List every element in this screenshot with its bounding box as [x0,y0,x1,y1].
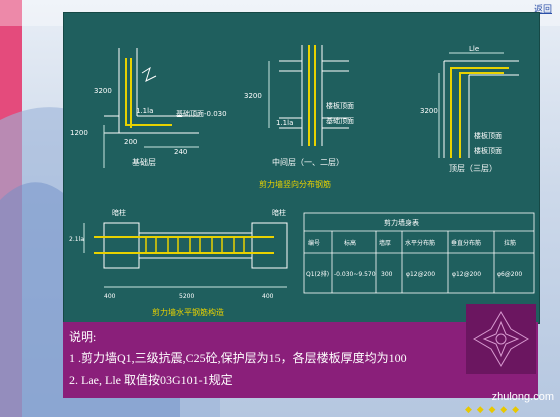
middle-label-lap: 1.1la [276,119,293,127]
top-label-slab-1: 楼板顶面 [474,131,502,140]
table-header-tie: 拉筋 [504,239,516,247]
slide: 返回 基础顶面-0.030 1.1la 3200 1200 200 240 基础… [0,0,560,417]
table-title: 剪力墙身表 [384,218,419,227]
notes-panel: 说明: 1 .剪力墙Q1,三级抗震,C25砼,保护层为15，各层楼板厚度均为10… [63,304,538,398]
middle-label-height: 3200 [244,92,262,100]
horizontal-label-left: 400 [104,293,116,300]
note-item-2: 2. Lae, Lle 取值按03G101-1规定 [69,373,233,387]
top-floor-detail [438,52,519,158]
zhulong-logo [466,304,536,374]
rebar-drawings: 基础顶面-0.030 1.1la 3200 1200 200 240 基础层 3… [69,45,535,317]
notes-title: 说明: [69,330,97,344]
table-cell-elev: -0.030~9.570 [334,271,376,278]
table-header-id: 编号 [308,239,320,247]
horizontal-label-right: 400 [262,293,274,300]
foundation-caption: 基础层 [132,157,156,167]
middle-caption: 中间层（一、二层） [272,157,344,167]
top-label-height: 3200 [420,107,438,115]
rebar-ties [145,236,245,254]
watermark: zhulong.com [491,391,554,403]
middle-label-found: 基础顶面 [326,116,354,125]
wall-table [303,212,535,294]
table-header-elev: 标高 [344,239,356,247]
top-label-lle: Lle [469,45,479,53]
horizontal-label-column-right: 暗柱 [272,208,286,217]
table-header-vert: 垂直分布筋 [451,239,481,247]
foundation-label-depth: 1200 [70,129,88,137]
foundation-label-top: 基础顶面-0.030 [176,109,227,118]
vertical-rebar-title: 剪力墙竖向分布钢筋 [259,179,331,189]
table-cell-horiz: φ12@200 [406,271,435,278]
top-label-slab-2: 楼板顶面 [474,146,502,155]
note-item-1: 1 .剪力墙Q1,三级抗震,C25砼,保护层为15，各层楼板厚度均为100 [69,351,407,365]
foundation-label-ext: 240 [174,148,187,156]
horizontal-label-lap: 2.1la [69,236,84,243]
foundation-label-height: 3200 [94,87,112,95]
horizontal-label-span: 5200 [179,293,194,300]
table-cell-tie: φ6@200 [497,271,522,278]
horizontal-label-column-left: 暗柱 [112,208,126,217]
middle-label-slab: 楼板顶面 [326,101,354,110]
drawing-panel: 基础顶面-0.030 1.1la 3200 1200 200 240 基础层 3… [63,12,540,324]
table-header-horiz: 水平分布筋 [405,239,435,247]
middle-floor-detail [268,45,349,146]
top-caption: 顶层（三层） [449,164,497,173]
foundation-label-width: 200 [124,138,137,146]
foundation-label-lap: 1.1la [136,107,153,115]
table-header-thickness: 墙厚 [379,239,391,247]
footer-dots: ◆ ◆ ◆ ◆ ◆ [464,405,520,415]
table-cell-vert: φ12@200 [452,271,481,278]
horizontal-rebar-detail [83,222,288,288]
table-cell-thickness: 300 [381,271,393,278]
table-cell-id: Q1(2排) [306,270,329,278]
horizontal-caption: 剪力墙水平钢筋构造 [152,307,224,317]
